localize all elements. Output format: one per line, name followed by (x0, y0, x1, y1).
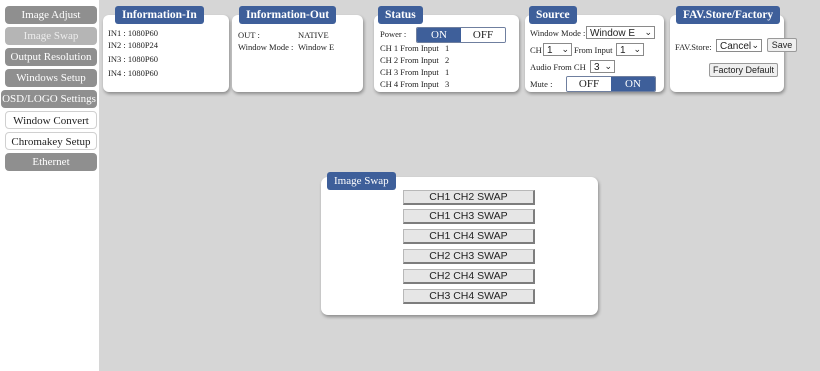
ch-label: CH (530, 45, 542, 55)
power-on-option[interactable]: ON (417, 28, 461, 42)
ch2-input-value: 2 (445, 55, 450, 65)
power-off-option[interactable]: OFF (461, 28, 505, 42)
ch2-ch4-swap-button[interactable]: CH2 CH4 SWAP (403, 269, 535, 284)
ch1-input-value: 1 (445, 43, 450, 53)
image-swap-panel: Image Swap CH1 CH2 SWAP CH1 CH3 SWAP CH1… (321, 172, 598, 315)
fav-store-factory-title: FAV.Store/Factory (676, 6, 781, 24)
sidebar-item-chromakey-setup[interactable]: Chromakey Setup (5, 132, 97, 150)
from-input-label: From Input (574, 45, 613, 55)
power-toggle[interactable]: ON OFF (416, 27, 506, 43)
ch2-ch3-swap-button[interactable]: CH2 CH3 SWAP (403, 249, 535, 264)
ch-select-value: 1 (547, 45, 553, 56)
out-value: NATIVE (298, 30, 329, 40)
sidebar-item-window-convert[interactable]: Window Convert (5, 111, 97, 129)
ch1-ch4-swap-button[interactable]: CH1 CH4 SWAP (403, 229, 535, 244)
ch3-input-label: CH 3 From Input (380, 67, 439, 77)
mute-label: Mute : (530, 79, 553, 89)
factory-default-button[interactable]: Factory Default (709, 63, 778, 77)
window-mode-value: Window E (298, 42, 335, 52)
chevron-down-icon: ⌄ (561, 44, 569, 54)
audio-from-ch-select[interactable]: 3 ⌄ (590, 60, 615, 73)
ch1-ch3-swap-button[interactable]: CH1 CH3 SWAP (403, 209, 535, 224)
ch1-ch2-swap-button[interactable]: CH1 CH2 SWAP (403, 190, 535, 205)
save-button[interactable]: Save (767, 38, 797, 52)
input-2-status: IN2 : 1080P24 (108, 40, 159, 50)
ch2-input-label: CH 2 From Input (380, 55, 439, 65)
chevron-down-icon: ⌄ (644, 27, 652, 37)
from-input-select-value: 1 (620, 45, 626, 56)
source-window-mode-label: Window Mode : (530, 28, 586, 38)
source-panel: Source Window Mode : Window E ⌄ CH 1 ⌄ F… (525, 6, 664, 92)
ch3-ch4-swap-button[interactable]: CH3 CH4 SWAP (403, 289, 535, 304)
sidebar-item-output-resolution[interactable]: Output Resolution (5, 48, 97, 66)
input-3-status: IN3 : 1080P60 (108, 54, 159, 64)
status-title: Status (378, 6, 423, 24)
ch3-input-value: 1 (445, 67, 450, 77)
source-title: Source (529, 6, 577, 24)
window-mode-select[interactable]: Window E ⌄ (586, 26, 655, 39)
mute-off-option[interactable]: OFF (567, 77, 611, 91)
chevron-down-icon: ⌄ (604, 61, 612, 71)
main-content: Information-In IN1 : 1080P60 IN2 : 1080P… (99, 0, 820, 371)
sidebar-item-osd-logo-settings[interactable]: OSD/LOGO Settings (1, 90, 97, 108)
input-4-status: IN4 : 1080P60 (108, 68, 159, 78)
sidebar-item-image-adjust[interactable]: Image Adjust (5, 6, 97, 24)
power-label: Power : (380, 29, 407, 39)
sidebar: Image Adjust Image Swap Output Resolutio… (0, 0, 99, 371)
image-swap-title: Image Swap (327, 172, 396, 190)
mute-on-option[interactable]: ON (611, 77, 655, 91)
ch1-input-label: CH 1 From Input (380, 43, 439, 53)
sidebar-item-windows-setup[interactable]: Windows Setup (5, 69, 97, 87)
fav-store-factory-panel: FAV.Store/Factory FAV.Store: Cancel ⌄ Sa… (670, 6, 797, 92)
window-mode-select-value: Window E (590, 28, 636, 39)
ch4-input-value: 3 (445, 79, 450, 89)
ch4-input-label: CH 4 From Input (380, 79, 439, 89)
information-in-panel: Information-In IN1 : 1080P60 IN2 : 1080P… (103, 6, 229, 92)
status-panel: Status Power : ON OFF CH 1 From Input 1 … (374, 6, 519, 92)
fav-store-label: FAV.Store: (675, 42, 712, 52)
fav-store-select-value: Cancel (720, 41, 752, 52)
sidebar-item-ethernet[interactable]: Ethernet (5, 153, 97, 171)
mute-toggle[interactable]: OFF ON (566, 76, 656, 92)
information-out-panel: Information-Out OUT : NATIVE Window Mode… (232, 6, 363, 92)
information-in-title: Information-In (115, 6, 204, 24)
audio-from-ch-value: 3 (594, 62, 600, 73)
information-out-title: Information-Out (239, 6, 337, 24)
out-label: OUT : (238, 30, 260, 40)
input-1-status: IN1 : 1080P60 (108, 28, 159, 38)
chevron-down-icon: ⌄ (751, 40, 759, 50)
chevron-down-icon: ⌄ (633, 44, 641, 54)
audio-from-ch-label: Audio From CH (530, 62, 586, 72)
fav-store-select[interactable]: Cancel ⌄ (716, 39, 762, 52)
window-mode-label: Window Mode : (238, 42, 294, 52)
ch-select[interactable]: 1 ⌄ (543, 43, 572, 56)
from-input-select[interactable]: 1 ⌄ (616, 43, 644, 56)
sidebar-item-image-swap[interactable]: Image Swap (5, 27, 97, 45)
